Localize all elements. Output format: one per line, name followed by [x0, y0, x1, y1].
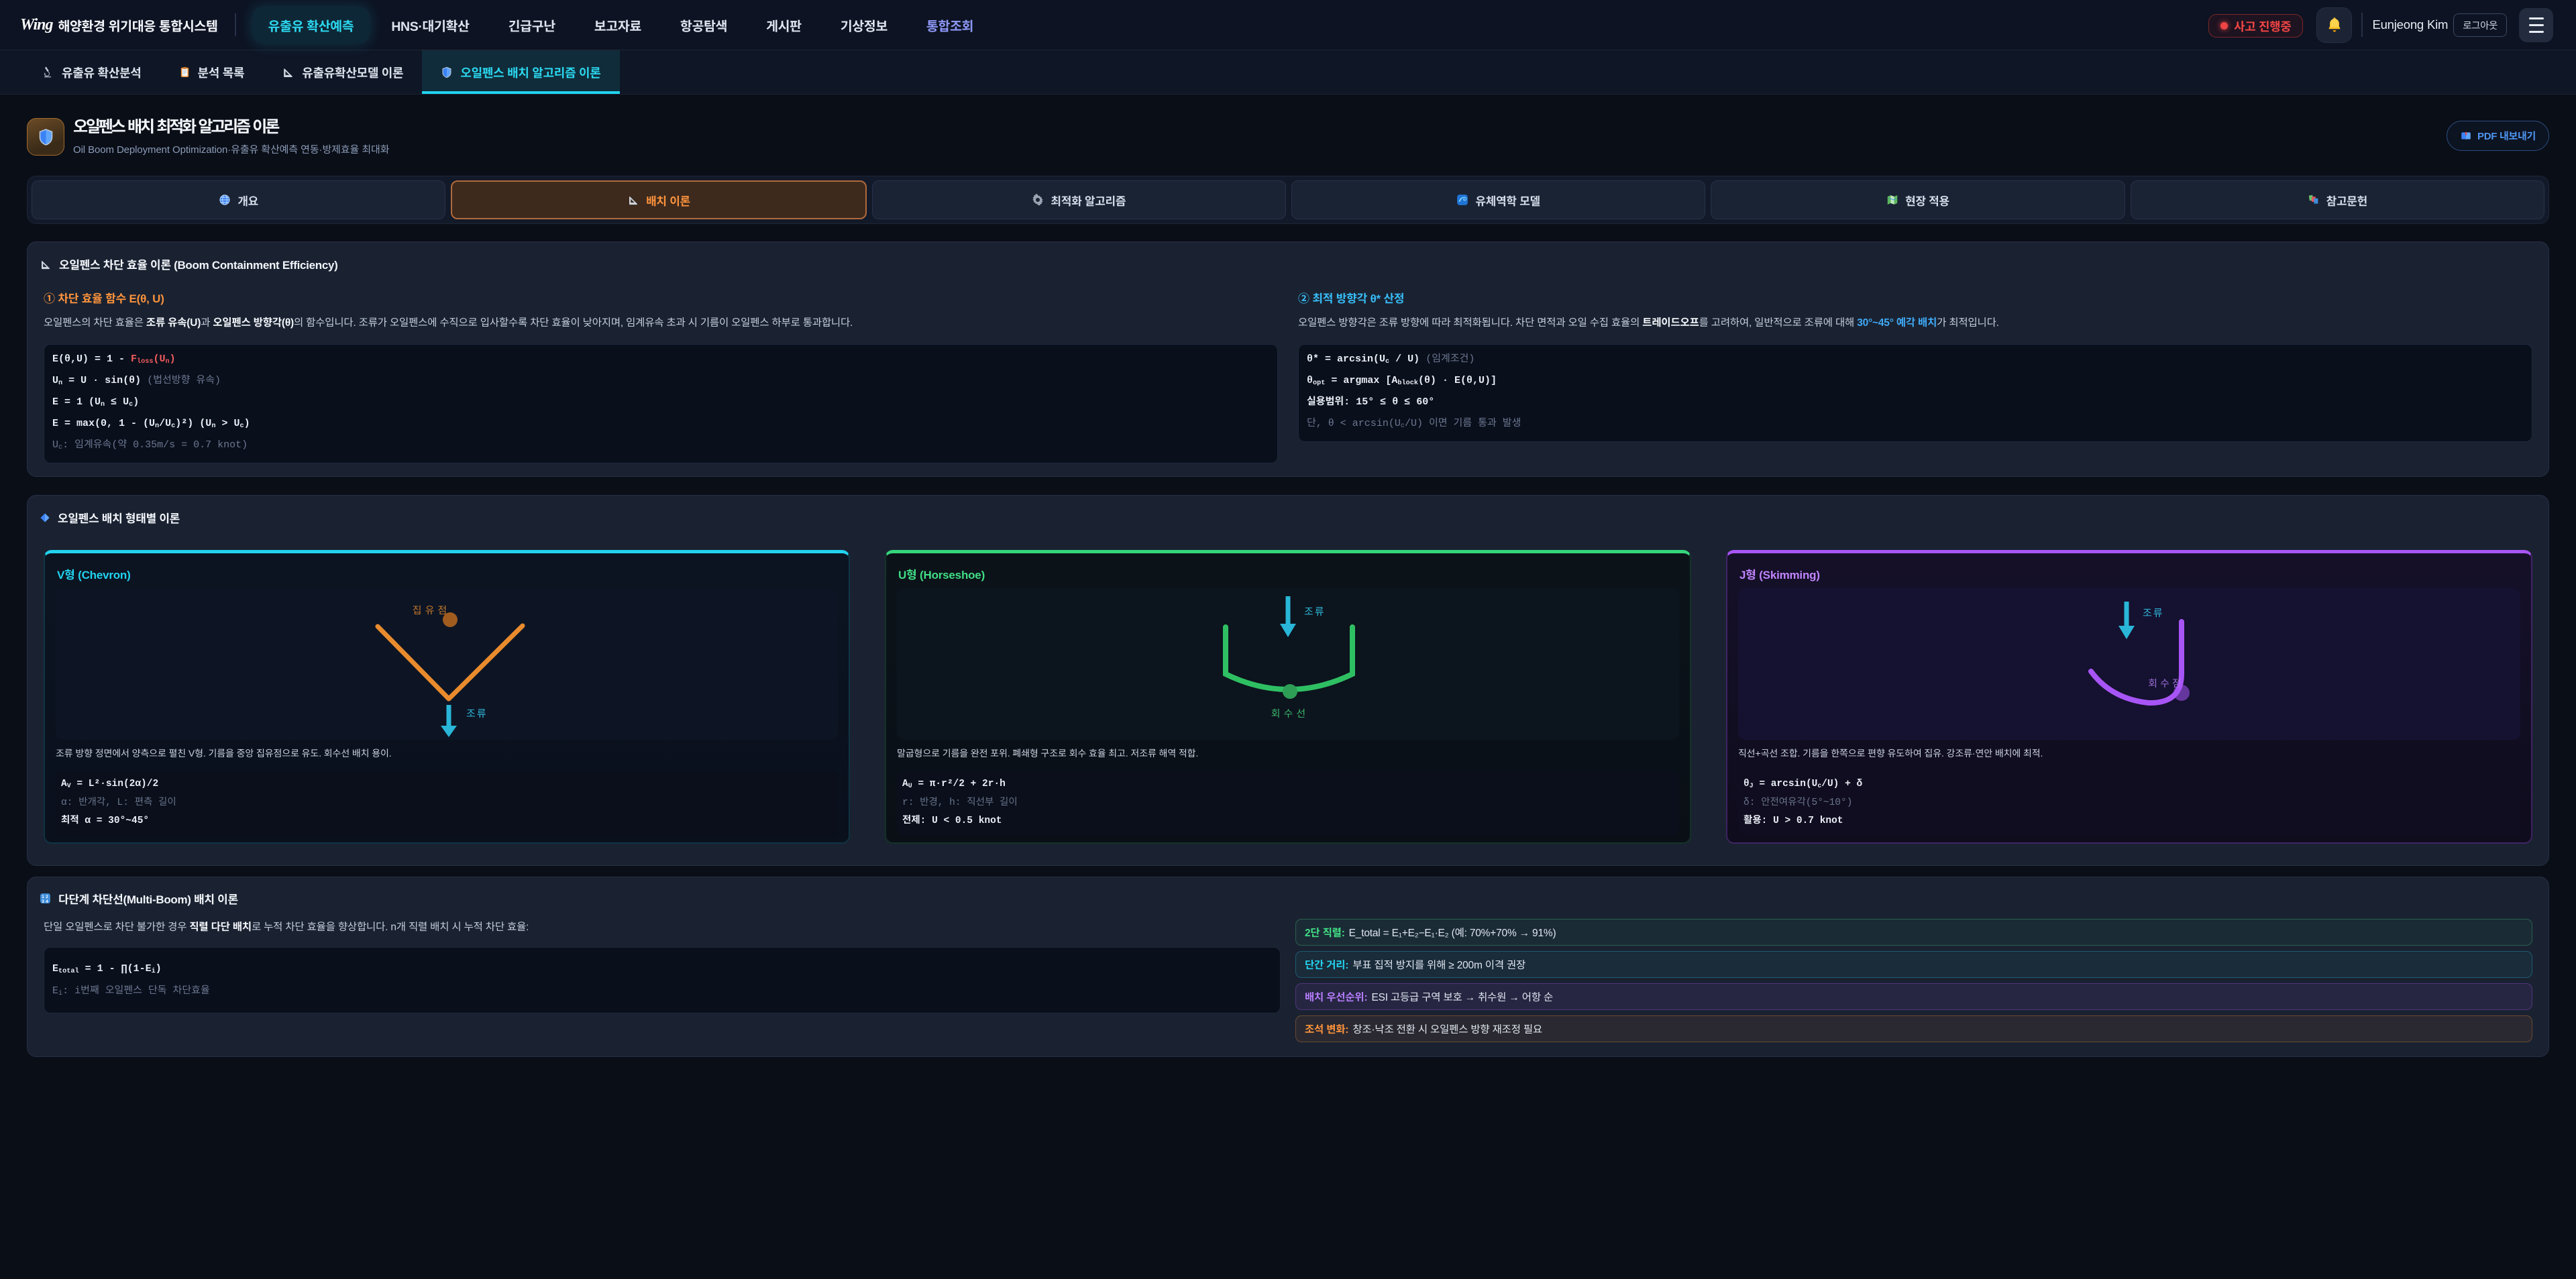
svg-text:조류: 조류: [1304, 606, 1326, 618]
svg-text:조류: 조류: [466, 708, 488, 720]
svg-text:회수선: 회수선: [1271, 708, 1309, 720]
svg-text:조류: 조류: [2143, 608, 2164, 619]
svg-text:집유점: 집유점: [413, 605, 450, 616]
